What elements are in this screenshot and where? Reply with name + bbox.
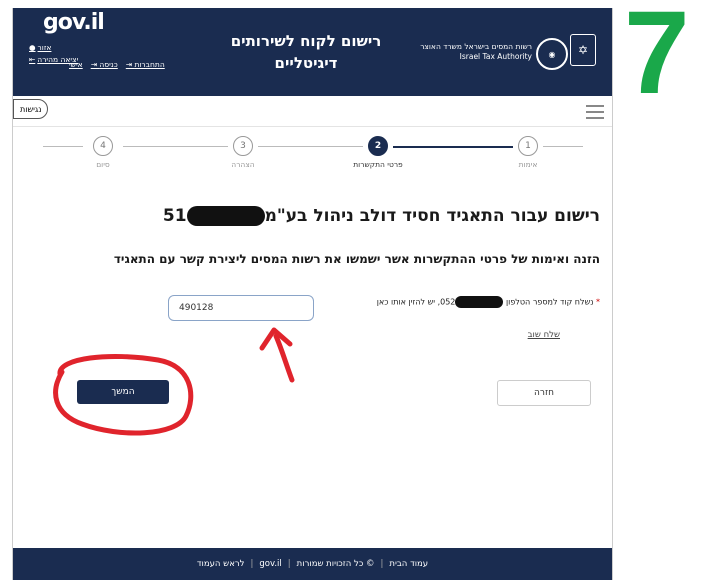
step-4: 4 סיום: [73, 136, 133, 169]
footer-separator: |: [250, 559, 254, 569]
step-3-number: 3: [233, 136, 253, 156]
ita-name: רשות המסים בישראל משרד האוצר Israel Tax …: [420, 42, 532, 62]
site-header: gov.il ● אזור ⇤ יציאה מהירה אישי ⇥ כניסה…: [13, 8, 612, 96]
step-marker-seven: 7: [624, 0, 690, 119]
ita-english: Israel Tax Authority: [459, 52, 532, 61]
required-mark: *: [596, 297, 600, 307]
resend-link[interactable]: שלח שוב: [528, 330, 560, 340]
menu-icon[interactable]: [586, 105, 604, 119]
step-1-label: אימות: [518, 160, 538, 169]
browser-frame: gov.il ● אזור ⇤ יציאה מהירה אישי ⇥ כניסה…: [12, 8, 613, 580]
footer-home-link[interactable]: עמוד הבית: [389, 559, 428, 569]
step-1: 1 אימות: [498, 136, 558, 169]
page-title-text: רישום עבור התאגיד חסיד דולב ניהול בע"מ: [264, 206, 600, 226]
state-emblem-icon: ✡: [570, 34, 596, 66]
progress-stepper: 4 סיום 3 הצהרה 2 פרטי התקשרות 1 אימות: [43, 136, 583, 176]
personal-area-label: אזור: [37, 43, 52, 52]
login-label: כניסה: [99, 60, 118, 69]
continue-button[interactable]: המשך: [77, 380, 169, 404]
user-icon: ●: [29, 43, 36, 52]
step-2: 2 פרטי התקשרות: [348, 136, 408, 169]
footer-separator: |: [287, 559, 291, 569]
stepper-line-active: [393, 146, 513, 148]
personal-area-link[interactable]: ● אזור: [29, 42, 78, 53]
footer-gov-logo: gov.il: [259, 559, 282, 569]
step-2-label: פרטי התקשרות: [353, 160, 403, 169]
header-title-line2: דיגיטליים: [274, 54, 338, 72]
connect-link[interactable]: ⇥ התחברות: [126, 60, 165, 69]
code-label-end: , יש להזין אותו כאן: [376, 297, 441, 307]
step-2-number: 2: [368, 136, 388, 156]
step-4-label: סיום: [96, 160, 110, 169]
page-title: רישום עבור התאגיד חסיד דולב ניהול בע"מ 51: [163, 206, 600, 226]
personal-link[interactable]: אישי: [69, 60, 83, 69]
footer-rights: © כל הזכויות שמורות: [296, 559, 375, 569]
step-3-label: הצהרה: [231, 160, 255, 169]
gov-il-logo[interactable]: gov.il: [43, 10, 105, 35]
code-label-start: נשלח קוד למספר הטלפון: [505, 297, 594, 307]
toolbar-bar: נגישות: [13, 96, 612, 127]
page-title-number: 51: [162, 206, 187, 226]
page-header-title: רישום לקוח לשירותים דיגיטליים: [226, 30, 386, 74]
code-field-label: * נשלח קוד למספר הטלפון 052, יש להזין או…: [377, 296, 600, 308]
verification-code-input[interactable]: [168, 295, 314, 321]
code-label-phone: 052: [440, 297, 456, 307]
step-4-number: 4: [93, 136, 113, 156]
ita-hebrew: רשות המסים בישראל משרד האוצר: [420, 42, 532, 51]
footer-top-link[interactable]: לראש העמוד: [197, 559, 245, 569]
header-title-line1: רישום לקוח לשירותים: [230, 32, 382, 50]
header-auth-links: אישי ⇥ כניסה ⇥ התחברות: [69, 60, 165, 69]
step-3: 3 הצהרה: [213, 136, 273, 169]
connect-label: התחברות: [134, 60, 165, 69]
footer-separator: |: [380, 559, 384, 569]
back-button[interactable]: חזרה: [497, 380, 591, 406]
site-footer: עמוד הבית | © כל הזכויות שמורות | gov.il…: [13, 548, 612, 580]
accessibility-button[interactable]: נגישות: [13, 99, 49, 119]
step-1-number: 1: [518, 136, 538, 156]
exit-icon: ⇤: [29, 55, 36, 64]
page-subtitle: הזנה ואימות של פרטי ההתקשרות אשר ישמשו א…: [113, 252, 600, 266]
login-link[interactable]: ⇥ כניסה: [91, 60, 118, 69]
redaction-mark: [186, 206, 265, 226]
redaction-mark: [455, 296, 504, 308]
ita-seal-icon: ◉: [536, 38, 568, 70]
